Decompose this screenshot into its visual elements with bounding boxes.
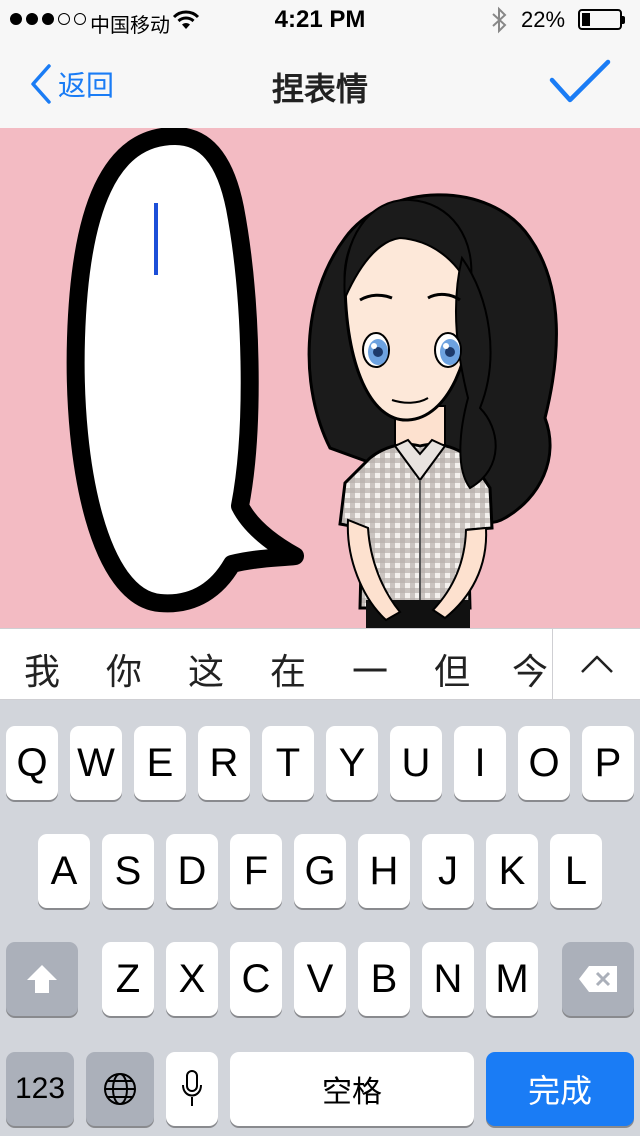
expand-candidates-button[interactable] xyxy=(552,629,640,699)
page-title: 捏表情 xyxy=(271,71,368,107)
key-s[interactable]: S xyxy=(102,834,154,908)
navigation-bar: 返回 捏表情 xyxy=(0,40,640,129)
cartoon-character xyxy=(307,193,558,628)
emoticon-canvas xyxy=(0,128,640,628)
key-k[interactable]: K xyxy=(486,834,538,908)
key-n[interactable]: N xyxy=(422,942,474,1016)
confirm-button[interactable] xyxy=(548,58,612,111)
status-bar: 中国移动 4:21 PM 22% xyxy=(0,0,640,40)
candidate-word[interactable]: 在 xyxy=(258,643,318,695)
key-e[interactable]: E xyxy=(134,726,186,800)
key-g[interactable]: G xyxy=(294,834,346,908)
key-j[interactable]: J xyxy=(422,834,474,908)
key-q[interactable]: Q xyxy=(6,726,58,800)
key-a[interactable]: A xyxy=(38,834,90,908)
key-u[interactable]: U xyxy=(390,726,442,800)
space-key[interactable]: 空格 xyxy=(230,1052,474,1126)
candidate-word[interactable]: 这 xyxy=(176,643,236,695)
candidate-word[interactable]: 我 xyxy=(12,643,72,695)
key-i[interactable]: I xyxy=(454,726,506,800)
globe-icon xyxy=(104,1073,136,1105)
key-v[interactable]: V xyxy=(294,942,346,1016)
key-h[interactable]: H xyxy=(358,834,410,908)
key-x[interactable]: X xyxy=(166,942,218,1016)
key-b[interactable]: B xyxy=(358,942,410,1016)
key-f[interactable]: F xyxy=(230,834,282,908)
key-l[interactable]: L xyxy=(550,834,602,908)
bluetooth-icon xyxy=(490,6,508,39)
key-w[interactable]: W xyxy=(70,726,122,800)
done-key[interactable]: 完成 xyxy=(486,1052,634,1126)
battery-icon xyxy=(578,9,622,30)
globe-key[interactable] xyxy=(86,1052,154,1126)
candidate-word[interactable]: 你 xyxy=(94,643,154,695)
key-t[interactable]: T xyxy=(262,726,314,800)
checkmark-icon xyxy=(549,59,611,103)
backspace-icon xyxy=(579,966,617,992)
key-m[interactable]: M xyxy=(486,942,538,1016)
speech-bubble[interactable] xyxy=(66,128,304,613)
numbers-key[interactable]: 123 xyxy=(6,1052,74,1126)
chevron-up-icon xyxy=(581,655,613,673)
key-z[interactable]: Z xyxy=(102,942,154,1016)
candidate-word[interactable]: 今 xyxy=(500,643,560,695)
key-c[interactable]: C xyxy=(230,942,282,1016)
shift-key[interactable] xyxy=(6,942,78,1016)
delete-key[interactable] xyxy=(562,942,634,1016)
key-d[interactable]: D xyxy=(166,834,218,908)
candidate-word[interactable]: 一 xyxy=(340,643,400,695)
text-cursor xyxy=(154,203,158,275)
candidate-bar: 我 你 这 在 一 但 今 xyxy=(0,628,640,700)
shift-arrow-icon xyxy=(27,965,57,993)
key-r[interactable]: R xyxy=(198,726,250,800)
key-o[interactable]: O xyxy=(518,726,570,800)
key-y[interactable]: Y xyxy=(326,726,378,800)
dictation-key[interactable] xyxy=(166,1052,218,1126)
key-p[interactable]: P xyxy=(582,726,634,800)
battery-percent: 22% xyxy=(521,7,566,32)
microphone-icon xyxy=(182,1070,202,1106)
keyboard: Q W E R T Y U I O P A S D F G H J K L Z … xyxy=(0,700,640,1136)
candidate-word[interactable]: 但 xyxy=(422,643,482,695)
